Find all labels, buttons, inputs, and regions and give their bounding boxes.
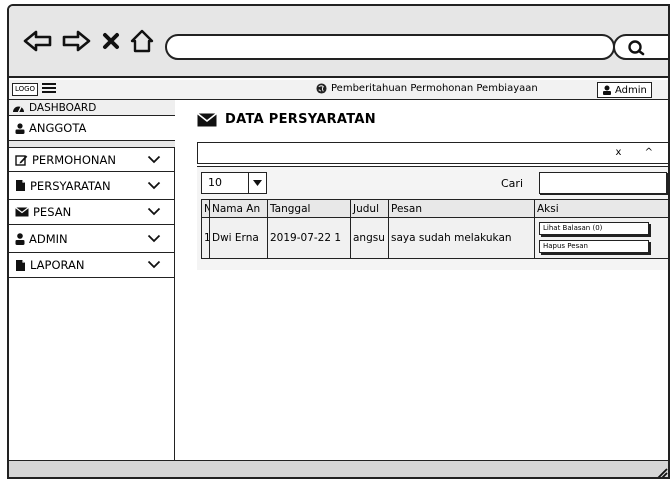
file-icon	[16, 180, 25, 191]
resize-grip-icon[interactable]	[654, 465, 668, 479]
chevron-down-icon	[147, 155, 161, 163]
edit-icon	[15, 154, 28, 166]
column-header-pesan[interactable]: Pesan	[388, 199, 535, 218]
globe-icon	[316, 83, 327, 94]
page-length-value: 10	[208, 176, 222, 189]
arrow-left-icon[interactable]	[21, 26, 55, 56]
panel-controls[interactable]: x ^	[616, 147, 663, 158]
sidebar-item-label: LAPORAN	[30, 258, 85, 272]
sidebar-item-label: ADMIN	[29, 231, 68, 246]
notification-link[interactable]: Pemberitahuan Permohonan Pembiayaan	[316, 83, 538, 94]
panel-header: x ^	[197, 142, 668, 164]
cell-judul: angsu	[350, 217, 389, 259]
file-icon	[16, 259, 25, 271]
hamburger-menu-icon[interactable]	[42, 83, 56, 95]
dashboard-icon	[13, 106, 24, 113]
sidebar-item-label: PERMOHONAN	[32, 152, 116, 167]
column-header-judul[interactable]: Judul	[350, 199, 389, 218]
hapus-pesan-button[interactable]: Hapus Pesan	[539, 240, 649, 253]
close-icon[interactable]	[99, 26, 123, 56]
sidebar-item-persyaratan[interactable]: PERSYARATAN	[9, 172, 175, 200]
admin-menu-button[interactable]: Admin	[597, 82, 652, 98]
sidebar-item-laporan[interactable]: LAPORAN	[9, 253, 175, 278]
sidebar-item-label: PERSYARATAN	[30, 178, 111, 193]
data-panel: 10 Cari N Nama An Tanggal Judul Pe	[197, 166, 668, 270]
cell-pesan: saya sudah melakukan	[388, 217, 535, 259]
sidebar-item-admin[interactable]: ADMIN	[9, 225, 175, 253]
user-icon	[15, 232, 25, 245]
page-length-select[interactable]: 10	[201, 172, 267, 194]
table-header-row: N Nama An Tanggal Judul Pesan Aksi	[201, 199, 668, 218]
cell-no: 1	[201, 217, 210, 259]
notification-text: Pemberitahuan Permohonan Pembiayaan	[331, 83, 538, 94]
admin-label: Admin	[615, 84, 647, 96]
chevron-down-icon	[147, 181, 161, 189]
search-icon	[628, 40, 645, 56]
arrow-right-icon[interactable]	[59, 26, 93, 56]
main-content: DATA PERSYARATAN x ^ 10 Cari Nama An Tan…	[175, 100, 668, 460]
sidebar-item-pesan[interactable]: PESAN	[9, 200, 175, 225]
sidebar-item-label: PESAN	[33, 205, 72, 219]
column-header-no[interactable]: N	[201, 199, 210, 218]
envelope-icon	[197, 112, 217, 126]
caret-down-icon	[248, 173, 266, 193]
browser-window: LOGO Pemberitahuan Permohonan Pembiayaan…	[7, 4, 670, 479]
table-row: 1 Dwi Erna 2019-07-22 1 angsu saya sudah…	[201, 217, 668, 259]
url-input[interactable]	[165, 34, 615, 60]
sidebar-item-label: DASHBOARD	[29, 101, 97, 114]
sidebar-item-dashboard[interactable]: DASHBOARD	[9, 100, 175, 116]
chevron-down-icon	[147, 207, 161, 216]
data-table: N Nama An Tanggal Judul Pesan Aksi 1 Dwi…	[201, 199, 668, 259]
page-title-text: DATA PERSYARATAN	[225, 112, 376, 127]
lihat-balasan-button[interactable]: Lihat Balasan (0)	[539, 222, 649, 235]
search-input[interactable]	[539, 172, 667, 194]
chevron-down-icon	[147, 234, 161, 242]
column-header-tanggal[interactable]: Tanggal	[267, 199, 351, 218]
cell-nama: Dwi Erna	[209, 217, 268, 259]
cell-tanggal: 2019-07-22 1	[267, 217, 351, 259]
status-bar	[9, 460, 668, 479]
sidebar-item-permohonan[interactable]: PERMOHONAN	[9, 147, 175, 172]
envelope-icon	[15, 207, 29, 217]
column-header-nama[interactable]: Nama An	[209, 199, 268, 218]
search-label: Cari	[501, 177, 523, 190]
page-title: DATA PERSYARATAN	[197, 112, 376, 127]
browser-search-button[interactable]	[613, 34, 668, 60]
home-icon[interactable]	[127, 26, 157, 56]
app-topbar: LOGO Pemberitahuan Permohonan Pembiayaan…	[9, 80, 668, 100]
browser-toolbar	[9, 6, 668, 78]
sidebar-item-anggota[interactable]: ANGGOTA	[9, 116, 175, 141]
sidebar: DASHBOARD ANGGOTA PERMOHONAN PERSYARATAN…	[9, 100, 175, 460]
column-header-aksi: Aksi	[534, 199, 668, 218]
cell-aksi: Lihat Balasan (0) Hapus Pesan	[534, 217, 668, 259]
user-icon	[15, 122, 25, 134]
sidebar-item-label: ANGGOTA	[29, 121, 87, 135]
user-icon	[603, 85, 611, 95]
app-logo[interactable]: LOGO	[12, 83, 38, 96]
chevron-down-icon	[147, 260, 161, 269]
